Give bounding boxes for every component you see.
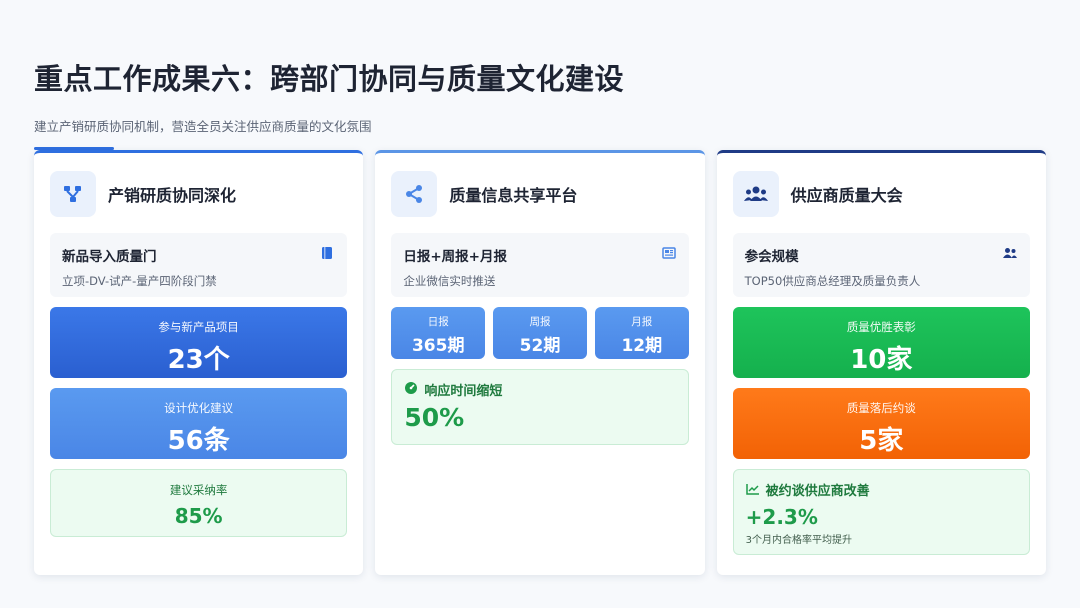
report-label: 周报 <box>529 316 551 328</box>
stat-value: 5家 <box>859 426 904 456</box>
header: 重点工作成果六：跨部门协同与质量文化建设 建立产销研质协同机制，营造全员关注供应… <box>34 56 1034 150</box>
newspaper-icon <box>661 245 677 261</box>
info-title: 新品导入质量门 <box>62 249 157 265</box>
report-counts: 日报 365期 周报 52期 月报 12期 <box>391 307 689 359</box>
book-icon <box>319 245 335 261</box>
report-value: 12期 <box>621 336 663 356</box>
improvement-note: 3个月内合格率平均提升 <box>745 535 853 546</box>
stat-label: 参与新产品项目 <box>158 320 239 334</box>
trend-icon <box>745 480 760 499</box>
report-value: 52期 <box>519 336 561 356</box>
stat-underperformer-talks: 质量落后约谈 5家 <box>732 388 1030 459</box>
report-weekly: 周报 52期 <box>493 307 587 359</box>
improvement-label: 被约谈供应商改善 <box>765 484 870 499</box>
report-label: 月报 <box>631 316 653 328</box>
stat-label: 设计优化建议 <box>164 401 234 415</box>
cards-row: 产销研质协同深化 新品导入质量门 立项-DV-试产-量产四阶段门禁 参与新产品项… <box>34 150 1046 575</box>
page-subtitle: 建立产销研质协同机制，营造全员关注供应商质量的文化氛围 <box>34 119 372 134</box>
card-header: 产销研质协同深化 <box>50 169 347 219</box>
stat-value: 10家 <box>850 345 913 375</box>
stat-design-suggestions: 设计优化建议 56条 <box>50 388 348 459</box>
stat-adoption-rate: 建议采纳率 85% <box>50 469 348 537</box>
stat-value: 56条 <box>167 426 230 456</box>
card-collaboration: 产销研质协同深化 新品导入质量门 立项-DV-试产-量产四阶段门禁 参与新产品项… <box>34 150 364 575</box>
gauge-icon <box>404 380 418 399</box>
card-header: 质量信息共享平台 <box>391 169 688 219</box>
stat-value: 85% <box>174 504 223 528</box>
stat-label: 建议采纳率 <box>169 483 228 497</box>
user-group-icon <box>1002 245 1018 261</box>
report-label: 日报 <box>427 316 449 328</box>
info-box: 日报+周报+月报 企业微信实时推送 <box>391 233 689 297</box>
share-icon <box>391 171 438 217</box>
network-icon <box>50 171 96 217</box>
info-subtitle: TOP50供应商总经理及质量负责人 <box>744 274 921 288</box>
report-daily: 日报 365期 <box>391 307 486 359</box>
stat-label: 质量优胜表彰 <box>846 320 916 334</box>
card-info-sharing: 质量信息共享平台 日报+周报+月报 企业微信实时推送 日报 365期 周报 52… <box>375 150 705 575</box>
response-value: 50% <box>404 403 465 432</box>
report-value: 365期 <box>411 336 465 356</box>
info-subtitle: 立项-DV-试产-量产四阶段门禁 <box>62 274 217 288</box>
response-header: 响应时间缩短 <box>404 380 675 399</box>
info-box: 参会规模 TOP50供应商总经理及质量负责人 <box>732 233 1030 297</box>
info-box: 新品导入质量门 立项-DV-试产-量产四阶段门禁 <box>50 233 348 297</box>
users-icon <box>732 171 779 217</box>
stat-label: 质量落后约谈 <box>846 401 916 415</box>
stat-value: 23个 <box>167 345 230 375</box>
card-title: 产销研质协同深化 <box>108 186 237 205</box>
report-monthly: 月报 12期 <box>594 307 689 359</box>
response-label: 响应时间缩短 <box>424 384 503 399</box>
card-supplier-conference: 供应商质量大会 参会规模 TOP50供应商总经理及质量负责人 质量优胜表彰 10… <box>716 150 1046 575</box>
info-title: 参会规模 <box>744 249 799 265</box>
page-title: 重点工作成果六：跨部门协同与质量文化建设 <box>34 62 625 96</box>
improvement-header: 被约谈供应商改善 <box>745 480 1017 499</box>
response-time-box: 响应时间缩短 50% <box>391 369 689 445</box>
card-title: 供应商质量大会 <box>790 186 903 205</box>
improvement-value: +2.3% <box>745 505 818 529</box>
card-header: 供应商质量大会 <box>732 169 1030 219</box>
improvement-box: 被约谈供应商改善 +2.3% 3个月内合格率平均提升 <box>732 469 1030 555</box>
stat-quality-awards: 质量优胜表彰 10家 <box>732 307 1030 378</box>
info-subtitle: 企业微信实时推送 <box>403 274 496 288</box>
info-title: 日报+周报+月报 <box>403 249 507 265</box>
card-title: 质量信息共享平台 <box>449 186 578 205</box>
stat-new-projects: 参与新产品项目 23个 <box>50 307 348 378</box>
